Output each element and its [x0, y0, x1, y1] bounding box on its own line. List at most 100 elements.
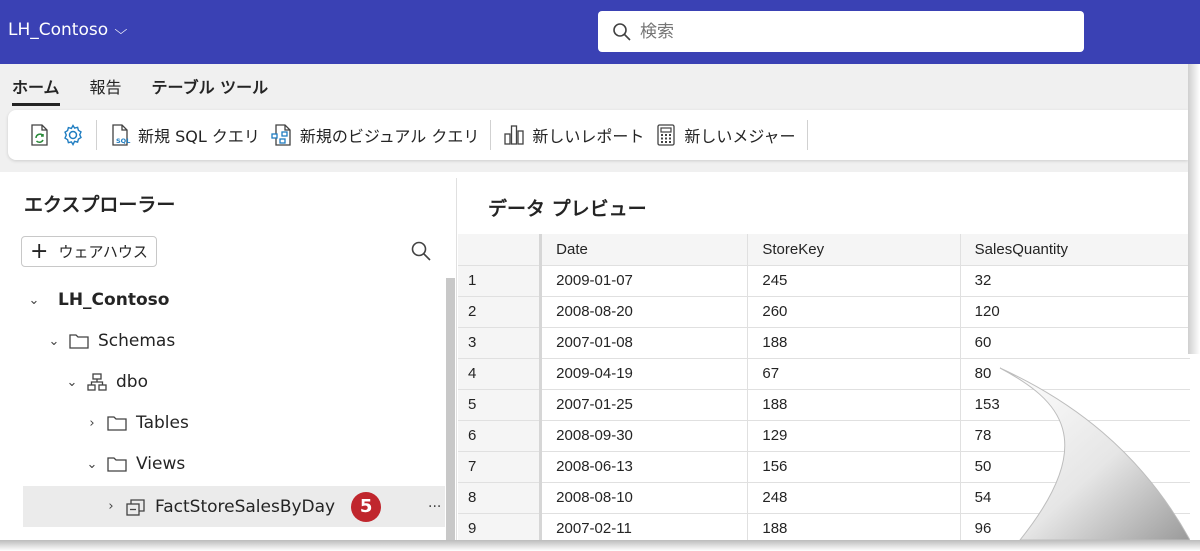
ribbon: ホーム 報告 テーブル ツール SQL 新規 SQL クエリ 新規のビジュアル … [0, 64, 1188, 172]
explorer-pane: エクスプローラー + ウェアハウス ⌄ LH_Contoso ⌄ Schemas… [8, 178, 457, 540]
new-sql-query-button[interactable]: SQL 新規 SQL クエリ [103, 117, 265, 153]
schema-icon [87, 373, 107, 391]
chevron-down-icon: ⌵ [114, 22, 128, 38]
chevron-down-icon: ⌄ [28, 292, 40, 308]
row-number-cell: 2 [458, 296, 543, 328]
table-cell: 2007-01-25 [540, 389, 749, 421]
table-cell: 2008-08-10 [540, 482, 749, 514]
table-row: 1 2009-01-07 245 32 [458, 265, 1200, 297]
folder-icon [69, 334, 89, 349]
gear-icon [64, 124, 82, 146]
step-badge: 5 [351, 491, 382, 522]
table-cell: 32 [960, 265, 1200, 297]
svg-text:SQL: SQL [116, 137, 130, 145]
row-number-cell: 8 [458, 482, 543, 514]
search-input[interactable] [640, 21, 1060, 42]
table-cell: 188 [747, 513, 961, 540]
table-cell: 2008-08-20 [540, 296, 749, 328]
refresh-button[interactable] [22, 117, 56, 153]
table-cell: 188 [747, 389, 961, 421]
table-cell: 156 [747, 451, 961, 483]
tree-item-dbo[interactable]: ⌄ dbo [66, 372, 148, 392]
column-header-date[interactable]: Date [540, 234, 749, 266]
tree-item-lh-contoso[interactable]: ⌄ LH_Contoso [28, 290, 170, 310]
refresh-document-icon [31, 124, 48, 146]
tree-item-label: FactStoreSalesByDay [155, 496, 336, 517]
tree-item-label: Schemas [98, 331, 176, 351]
table-cell: 129 [747, 420, 961, 452]
tab-reporting[interactable]: 報告 [90, 74, 122, 106]
data-preview-title: データ プレビュー [488, 198, 647, 220]
table-cell: 260 [747, 296, 961, 328]
tree-item-tables[interactable]: › Tables [86, 413, 189, 433]
table-cell: 188 [747, 327, 961, 359]
explorer-scrollbar[interactable] [446, 278, 455, 540]
edge-shadow [0, 540, 1200, 551]
toolbar: SQL 新規 SQL クエリ 新規のビジュアル クエリ 新しいレポート 新しいメ… [8, 110, 1188, 160]
search-icon[interactable] [410, 240, 432, 262]
table-cell: 2009-04-19 [540, 358, 749, 390]
folder-icon [107, 457, 127, 472]
tree-item-label: Tables [136, 413, 189, 433]
chevron-right-icon: › [89, 415, 95, 431]
toolbar-divider [490, 120, 492, 150]
table-cell: 2008-06-13 [540, 451, 749, 483]
top-bar: LH_Contoso ⌵ [0, 0, 1200, 64]
row-number-cell: 1 [458, 265, 543, 297]
table-cell: 2007-02-11 [540, 513, 749, 540]
new-visual-query-label: 新規のビジュアル クエリ [299, 127, 480, 146]
edge-shadow [1188, 64, 1200, 354]
tab-table-tools[interactable]: テーブル ツール [152, 74, 269, 106]
workspace-switcher[interactable]: LH_Contoso ⌵ [8, 20, 128, 40]
row-number-cell: 9 [458, 513, 543, 540]
tree-item-schemas[interactable]: ⌄ Schemas [48, 331, 176, 351]
tree-item-label: dbo [116, 372, 148, 392]
tab-home[interactable]: ホーム [12, 74, 60, 106]
new-report-button[interactable]: 新しいレポート [497, 117, 649, 153]
tree-item-factstoresalesbyday[interactable]: › FactStoreSalesByDay 5 ··· [23, 486, 445, 527]
row-number-cell: 5 [458, 389, 543, 421]
toolbar-divider [96, 120, 97, 150]
more-options-icon[interactable]: ··· [428, 499, 441, 515]
search-box[interactable] [598, 11, 1084, 52]
row-number-cell: 7 [458, 451, 543, 483]
bar-chart-icon [504, 125, 524, 145]
table-cell: 2009-01-07 [540, 265, 749, 297]
tree-item-views[interactable]: ⌄ Views [86, 454, 186, 474]
table-cell: 120 [960, 296, 1200, 328]
page-curl-decoration [990, 340, 1200, 551]
row-number-cell: 6 [458, 420, 543, 452]
visual-query-icon [271, 124, 291, 146]
chevron-right-icon: › [108, 499, 114, 514]
search-icon [613, 22, 631, 41]
new-sql-query-label: 新規 SQL クエリ [138, 127, 260, 146]
table-cell: 2008-09-30 [540, 420, 749, 452]
workspace-name: LH_Contoso [8, 20, 109, 40]
settings-button[interactable] [56, 117, 90, 153]
view-icon [126, 498, 145, 516]
toolbar-divider [806, 120, 808, 150]
row-number-header [458, 234, 543, 266]
table-cell: 67 [747, 358, 961, 390]
add-warehouse-label: ウェアハウス [58, 243, 148, 261]
column-header-storekey[interactable]: StoreKey [747, 234, 961, 266]
calculator-icon [657, 124, 676, 146]
chevron-down-icon: ⌄ [86, 456, 98, 472]
table-cell: 245 [747, 265, 961, 297]
new-measure-button[interactable]: 新しいメジャー [649, 117, 800, 153]
add-warehouse-button[interactable]: + ウェアハウス [21, 236, 157, 267]
sql-query-icon: SQL [112, 124, 130, 146]
chevron-down-icon: ⌄ [48, 333, 60, 349]
column-header-salesquantity[interactable]: SalesQuantity [960, 234, 1200, 266]
ribbon-tabs: ホーム 報告 テーブル ツール [12, 74, 268, 106]
folder-icon [107, 416, 127, 431]
table-row: 2 2008-08-20 260 120 [458, 296, 1200, 328]
explorer-title: エクスプローラー [24, 194, 176, 216]
table-header-row: Date StoreKey SalesQuantity [458, 234, 1200, 266]
plus-icon: + [30, 238, 49, 264]
tree-item-label: Views [136, 454, 186, 474]
row-number-cell: 3 [458, 327, 543, 359]
row-number-cell: 4 [458, 358, 543, 390]
table-cell: 2007-01-08 [540, 327, 749, 359]
new-visual-query-button[interactable]: 新規のビジュアル クエリ [265, 117, 485, 153]
